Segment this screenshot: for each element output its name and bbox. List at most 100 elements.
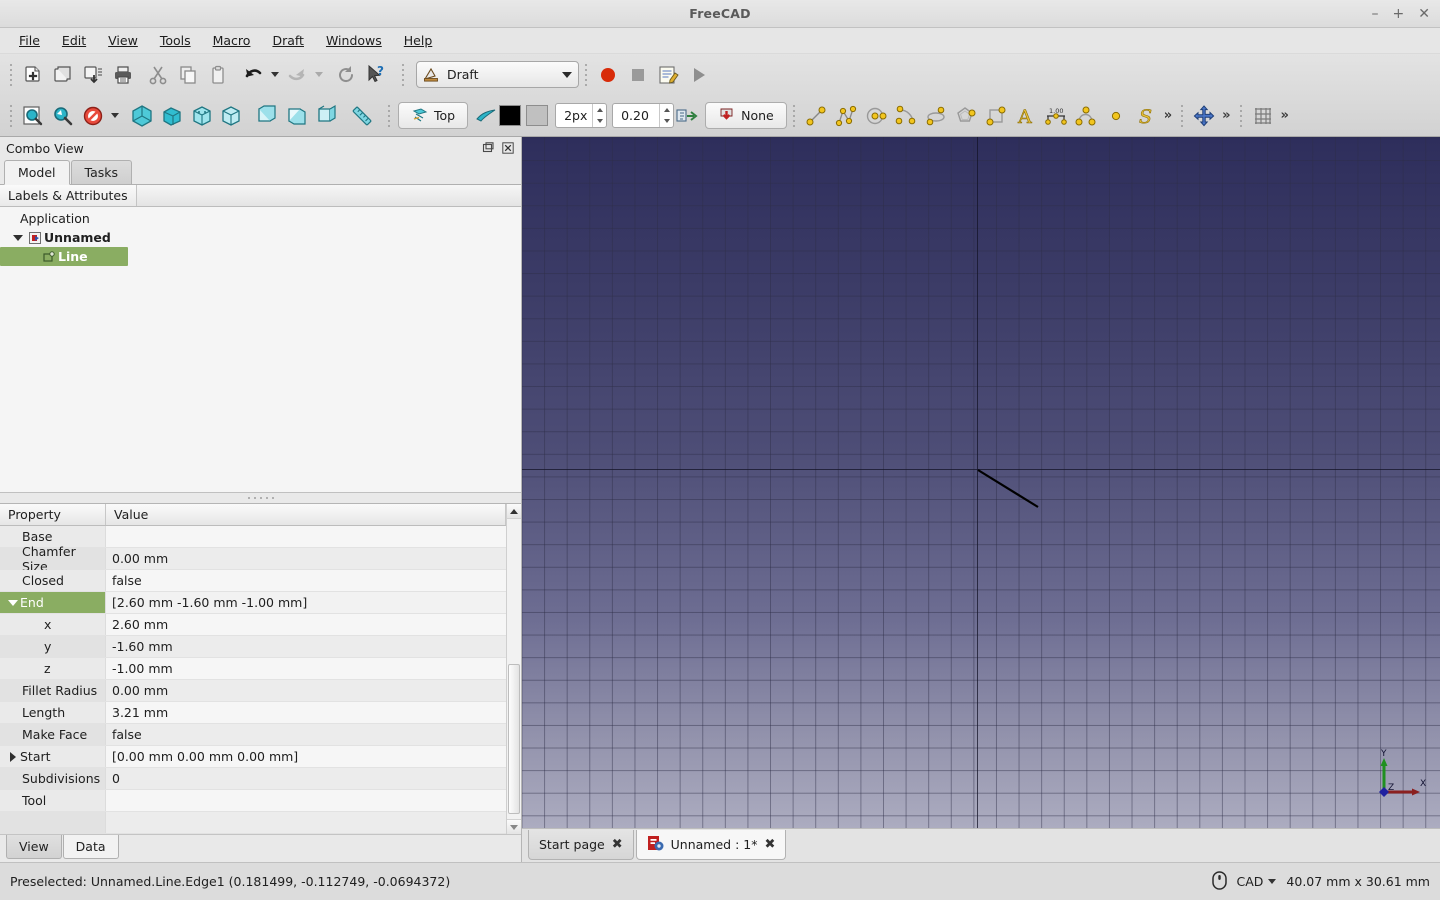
right-view-button[interactable]	[217, 101, 247, 131]
table-row[interactable]: Fillet Radius 0.00 mm	[0, 680, 506, 702]
3d-view-canvas[interactable]: Y X Z	[522, 137, 1440, 828]
workbench-selector[interactable]: Draft	[416, 61, 579, 88]
table-row[interactable]: z -1.00 mm	[0, 658, 506, 680]
draft-tools-overflow-button[interactable]: »	[1161, 108, 1175, 123]
maximize-button[interactable]: +	[1393, 7, 1405, 21]
draft-polygon-tool[interactable]	[951, 101, 981, 131]
undo-dropdown-button[interactable]	[268, 61, 282, 89]
float-icon[interactable]	[481, 141, 495, 155]
close-icon[interactable]: ✖	[612, 838, 623, 851]
draw-style-dropdown-button[interactable]	[108, 102, 122, 130]
menu-macro[interactable]: Macro	[202, 30, 262, 51]
working-plane-button[interactable]: Top	[398, 102, 469, 129]
property-value[interactable]: false	[106, 570, 506, 591]
macro-stop-button[interactable]	[623, 60, 653, 90]
save-document-button[interactable]	[78, 60, 108, 90]
undo-button[interactable]	[238, 60, 268, 90]
macro-edit-button[interactable]	[653, 60, 683, 90]
table-row[interactable]: End [2.60 mm -1.60 mm -1.00 mm]	[0, 592, 506, 614]
table-row[interactable]: Tool	[0, 790, 506, 812]
menu-file[interactable]: File	[8, 30, 51, 51]
tab-tasks[interactable]: Tasks	[70, 160, 133, 184]
table-row[interactable]: Start [0.00 mm 0.00 mm 0.00 mm]	[0, 746, 506, 768]
measure-button[interactable]	[347, 101, 377, 131]
property-twisty-start[interactable]	[6, 751, 20, 762]
tree-header-labels-attributes[interactable]: Labels & Attributes	[0, 185, 137, 206]
panel-splitter[interactable]	[0, 493, 521, 503]
close-icon[interactable]	[501, 141, 515, 155]
navigation-style-selector[interactable]: CAD	[1237, 874, 1277, 889]
line-color-swatch[interactable]	[499, 105, 522, 126]
table-row[interactable]: Length 3.21 mm	[0, 702, 506, 724]
face-color-swatch[interactable]	[526, 105, 549, 126]
property-scrollbar[interactable]	[506, 504, 521, 834]
scrollbar-thumb[interactable]	[508, 664, 520, 814]
scroll-up-button[interactable]	[507, 504, 521, 519]
draft-point-tool[interactable]	[1101, 101, 1131, 131]
minimize-button[interactable]: –	[1372, 7, 1379, 21]
macro-toolbar-grip[interactable]	[582, 62, 590, 88]
draw-style-button[interactable]	[78, 101, 108, 131]
draft-circle-tool[interactable]	[861, 101, 891, 131]
bottom-view-button[interactable]	[282, 101, 312, 131]
fit-all-button[interactable]	[18, 101, 48, 131]
toggle-grid-button[interactable]	[1248, 101, 1278, 131]
property-value[interactable]	[106, 526, 506, 547]
tab-start-page[interactable]: Start page ✖	[528, 830, 634, 860]
macro-execute-button[interactable]	[683, 60, 713, 90]
print-button[interactable]	[108, 60, 138, 90]
scroll-down-button[interactable]	[507, 819, 521, 834]
macro-record-button[interactable]	[593, 60, 623, 90]
draft-rectangle-tool[interactable]	[981, 101, 1011, 131]
menu-help[interactable]: Help	[393, 30, 444, 51]
apply-to-objects-button[interactable]	[674, 101, 700, 131]
table-row[interactable]: Chamfer Size 0.00 mm	[0, 544, 506, 574]
left-view-button[interactable]	[312, 101, 342, 131]
draft-move-tool[interactable]	[1189, 101, 1219, 131]
property-table[interactable]: Property Value Base Chamfer Size 0.00 mm	[0, 504, 506, 834]
fit-selection-button[interactable]	[48, 101, 78, 131]
table-row[interactable]: Subdivisions 0	[0, 768, 506, 790]
draft-bspline-tool[interactable]	[1071, 101, 1101, 131]
front-view-button[interactable]	[157, 101, 187, 131]
property-value[interactable]: [2.60 mm -1.60 mm -1.00 mm]	[106, 592, 506, 613]
apply-style-button[interactable]	[473, 101, 499, 131]
draft-text-tool[interactable]: A	[1011, 101, 1041, 131]
table-row[interactable]: Closed false	[0, 570, 506, 592]
transparency-spinbox[interactable]: 0.20	[612, 103, 675, 128]
tree-item-application[interactable]: Application	[0, 209, 521, 228]
tab-view[interactable]: View	[6, 835, 62, 859]
property-value[interactable]: 2.60 mm	[106, 614, 506, 635]
close-icon[interactable]: ✖	[764, 838, 775, 851]
scrollbar-track[interactable]	[507, 519, 521, 819]
tab-model[interactable]: Model	[4, 160, 70, 185]
draft-dimension-tool[interactable]: 1.00	[1041, 101, 1071, 131]
menu-draft[interactable]: Draft	[261, 30, 315, 51]
redo-dropdown-button[interactable]	[312, 61, 326, 89]
property-twisty-end[interactable]	[6, 599, 20, 606]
copy-button[interactable]	[173, 60, 203, 90]
isometric-view-button[interactable]	[127, 101, 157, 131]
toolbar-grip[interactable]	[7, 62, 15, 88]
draft-tools-toolbar-grip[interactable]	[790, 103, 798, 129]
draft-shapestring-tool[interactable]: S	[1131, 101, 1161, 131]
menu-windows[interactable]: Windows	[315, 30, 393, 51]
draft-grid-overflow-button[interactable]: »	[1278, 108, 1292, 123]
tree-twisty-unnamed[interactable]	[10, 234, 26, 241]
line-width-spinbox[interactable]: 2px	[555, 103, 608, 128]
draft-ellipse-tool[interactable]	[921, 101, 951, 131]
draft-line-tool[interactable]	[801, 101, 831, 131]
view-toolbar-grip[interactable]	[7, 103, 15, 129]
autogroup-button[interactable]: None	[705, 102, 787, 129]
table-row[interactable]: Make Face false	[0, 724, 506, 746]
model-tree[interactable]: Application Unnamed Line	[0, 207, 521, 493]
draft-grid-toolbar-grip[interactable]	[1237, 103, 1245, 129]
property-value[interactable]: 0.00 mm	[106, 680, 506, 701]
property-value[interactable]: 3.21 mm	[106, 702, 506, 723]
new-document-button[interactable]	[18, 60, 48, 90]
tab-unnamed-document[interactable]: Unnamed : 1* ✖	[635, 830, 787, 860]
tree-item-unnamed[interactable]: Unnamed	[0, 228, 521, 247]
workbench-toolbar-grip[interactable]	[399, 62, 407, 88]
menu-view[interactable]: View	[97, 30, 149, 51]
cut-button[interactable]	[143, 60, 173, 90]
